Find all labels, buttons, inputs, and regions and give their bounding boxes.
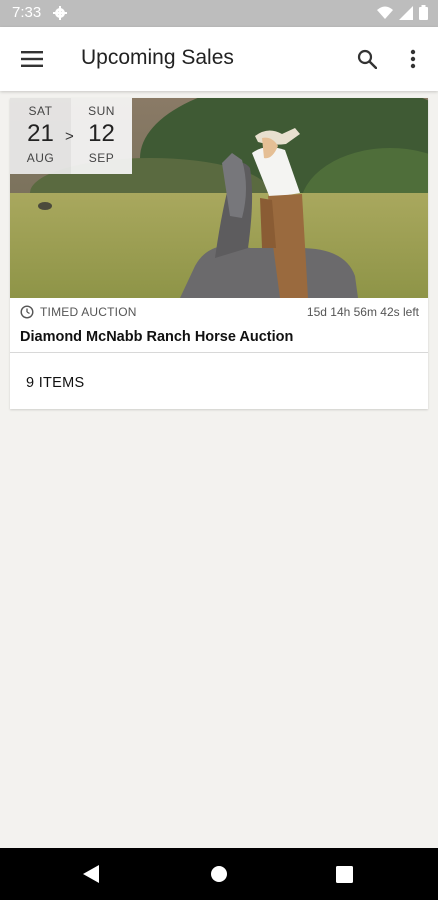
start-day: 21 [27,120,54,147]
status-bar: 7:33 [0,0,438,27]
search-icon [357,49,377,69]
signal-icon [399,5,413,20]
date-range-arrow: > [65,128,74,145]
sale-title: Diamond McNabb Ranch Horse Auction [20,329,294,345]
search-button[interactable] [353,45,381,73]
home-icon[interactable] [210,865,228,883]
settings-gear-icon [53,6,67,20]
sale-image: SAT 21 AUG SUN 12 SEP > [10,98,428,298]
app-bar: Upcoming Sales [0,27,438,91]
countdown-timer: 15d 14h 56m 42s left [306,305,419,319]
status-time: 7:33 [12,4,42,21]
status-indicators [377,5,428,20]
sale-meta-row: TIMED AUCTION 15d 14h 56m 42s left [10,304,428,322]
more-options-button[interactable] [400,45,426,73]
wifi-icon [377,6,393,19]
recents-icon[interactable] [336,866,353,883]
items-count[interactable]: 9 ITEMS [26,375,85,391]
end-month: SEP [88,151,115,165]
battery-icon [419,5,428,20]
end-day: 12 [88,120,115,147]
back-icon[interactable] [82,864,100,884]
system-navigation-bar [0,848,438,900]
sale-type-label: TIMED AUCTION [40,305,137,319]
divider [10,352,428,353]
end-date: SUN 12 SEP [71,98,132,174]
clock-icon [20,305,34,319]
more-vert-icon [410,49,416,69]
page-title: Upcoming Sales [81,46,234,69]
start-date: SAT 21 AUG [10,98,71,174]
end-day-of-week: SUN [88,104,115,118]
start-day-of-week: SAT [28,104,53,118]
date-range-badge: SAT 21 AUG SUN 12 SEP > [10,98,132,174]
hamburger-menu-icon [21,51,43,67]
sale-card[interactable]: SAT 21 AUG SUN 12 SEP > TIMED AUCTION 15… [10,98,428,409]
start-month: AUG [26,151,55,165]
menu-button[interactable] [18,45,46,73]
